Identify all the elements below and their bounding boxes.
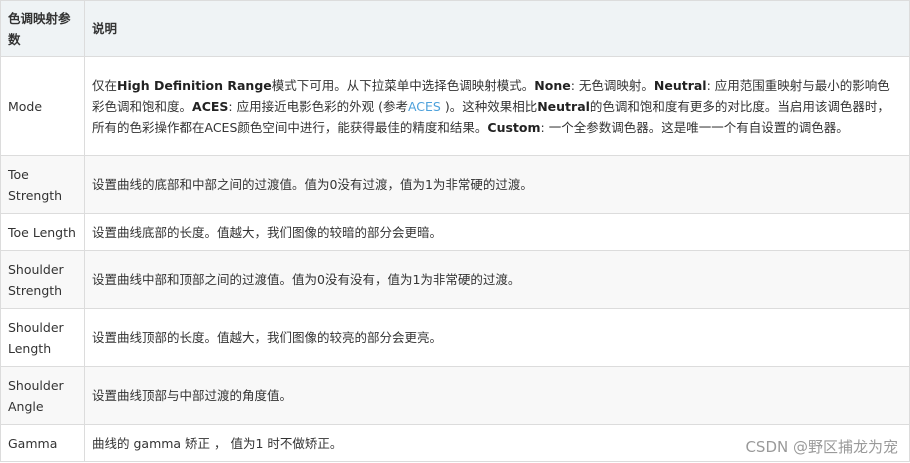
csdn-watermark: CSDN @野区捕龙为宠 — [745, 438, 898, 456]
desc-bold: Neutral — [537, 98, 590, 114]
param-description: 仅在High Definition Range模式下可用。从下拉菜单中选择色调映… — [84, 56, 910, 156]
desc-text: 模式下可用。从下拉菜单中选择色调映射模式。 — [271, 77, 535, 93]
aces-reference-link[interactable]: ACES — [408, 99, 441, 114]
param-name: Shoulder Angle — [0, 366, 85, 425]
table-header-row: 色调映射参数 说明 — [0, 0, 910, 57]
param-name: Shoulder Strength — [0, 250, 85, 309]
param-name: Toe Length — [0, 213, 85, 251]
param-description: 设置曲线的底部和中部之间的过渡值。值为0没有过渡，值为1为非常硬的过渡。 — [84, 155, 910, 214]
param-description: 设置曲线中部和顶部之间的过渡值。值为0没有没有，值为1为非常硬的过渡。 — [84, 250, 910, 309]
param-description: 设置曲线顶部的长度。值越大，我们图像的较亮的部分会更亮。 — [84, 308, 910, 367]
desc-text: : 一个全参数调色器。这是唯一一个有自设置的调色器。 — [540, 119, 849, 135]
table-row: Shoulder Angle 设置曲线顶部与中部过渡的角度值。 — [0, 366, 910, 425]
desc-bold: None — [534, 77, 571, 93]
header-param: 色调映射参数 — [0, 0, 85, 57]
desc-text: : 无色调映射。 — [570, 77, 654, 93]
desc-text: )。这种效果相比 — [440, 98, 538, 114]
param-name: Mode — [0, 56, 85, 156]
table-row: Mode 仅在High Definition Range模式下可用。从下拉菜单中… — [0, 56, 910, 156]
table-row: Toe Strength 设置曲线的底部和中部之间的过渡值。值为0没有过渡，值为… — [0, 155, 910, 214]
param-name: Toe Strength — [0, 155, 85, 214]
table-row: Shoulder Strength 设置曲线中部和顶部之间的过渡值。值为0没有没… — [0, 250, 910, 309]
param-description: 设置曲线底部的长度。值越大，我们图像的较暗的部分会更暗。 — [84, 213, 910, 251]
table-row: Toe Length 设置曲线底部的长度。值越大，我们图像的较暗的部分会更暗。 — [0, 213, 910, 251]
desc-text: : 应用接近电影色彩的外观 (参考 — [228, 98, 408, 114]
param-name: Shoulder Length — [0, 308, 85, 367]
table-row: Shoulder Length 设置曲线顶部的长度。值越大，我们图像的较亮的部分… — [0, 308, 910, 367]
param-description: 设置曲线顶部与中部过渡的角度值。 — [84, 366, 910, 425]
tonemapping-params-table: 色调映射参数 说明 Mode 仅在High Definition Range模式… — [0, 0, 910, 462]
header-description: 说明 — [84, 0, 910, 57]
desc-bold: ACES — [192, 98, 229, 114]
param-name: Gamma — [0, 424, 85, 462]
desc-bold: Custom — [487, 119, 541, 135]
desc-bold: Neutral — [653, 77, 707, 93]
desc-text: 仅在 — [92, 77, 118, 93]
desc-bold: High Definition Range — [117, 77, 272, 93]
